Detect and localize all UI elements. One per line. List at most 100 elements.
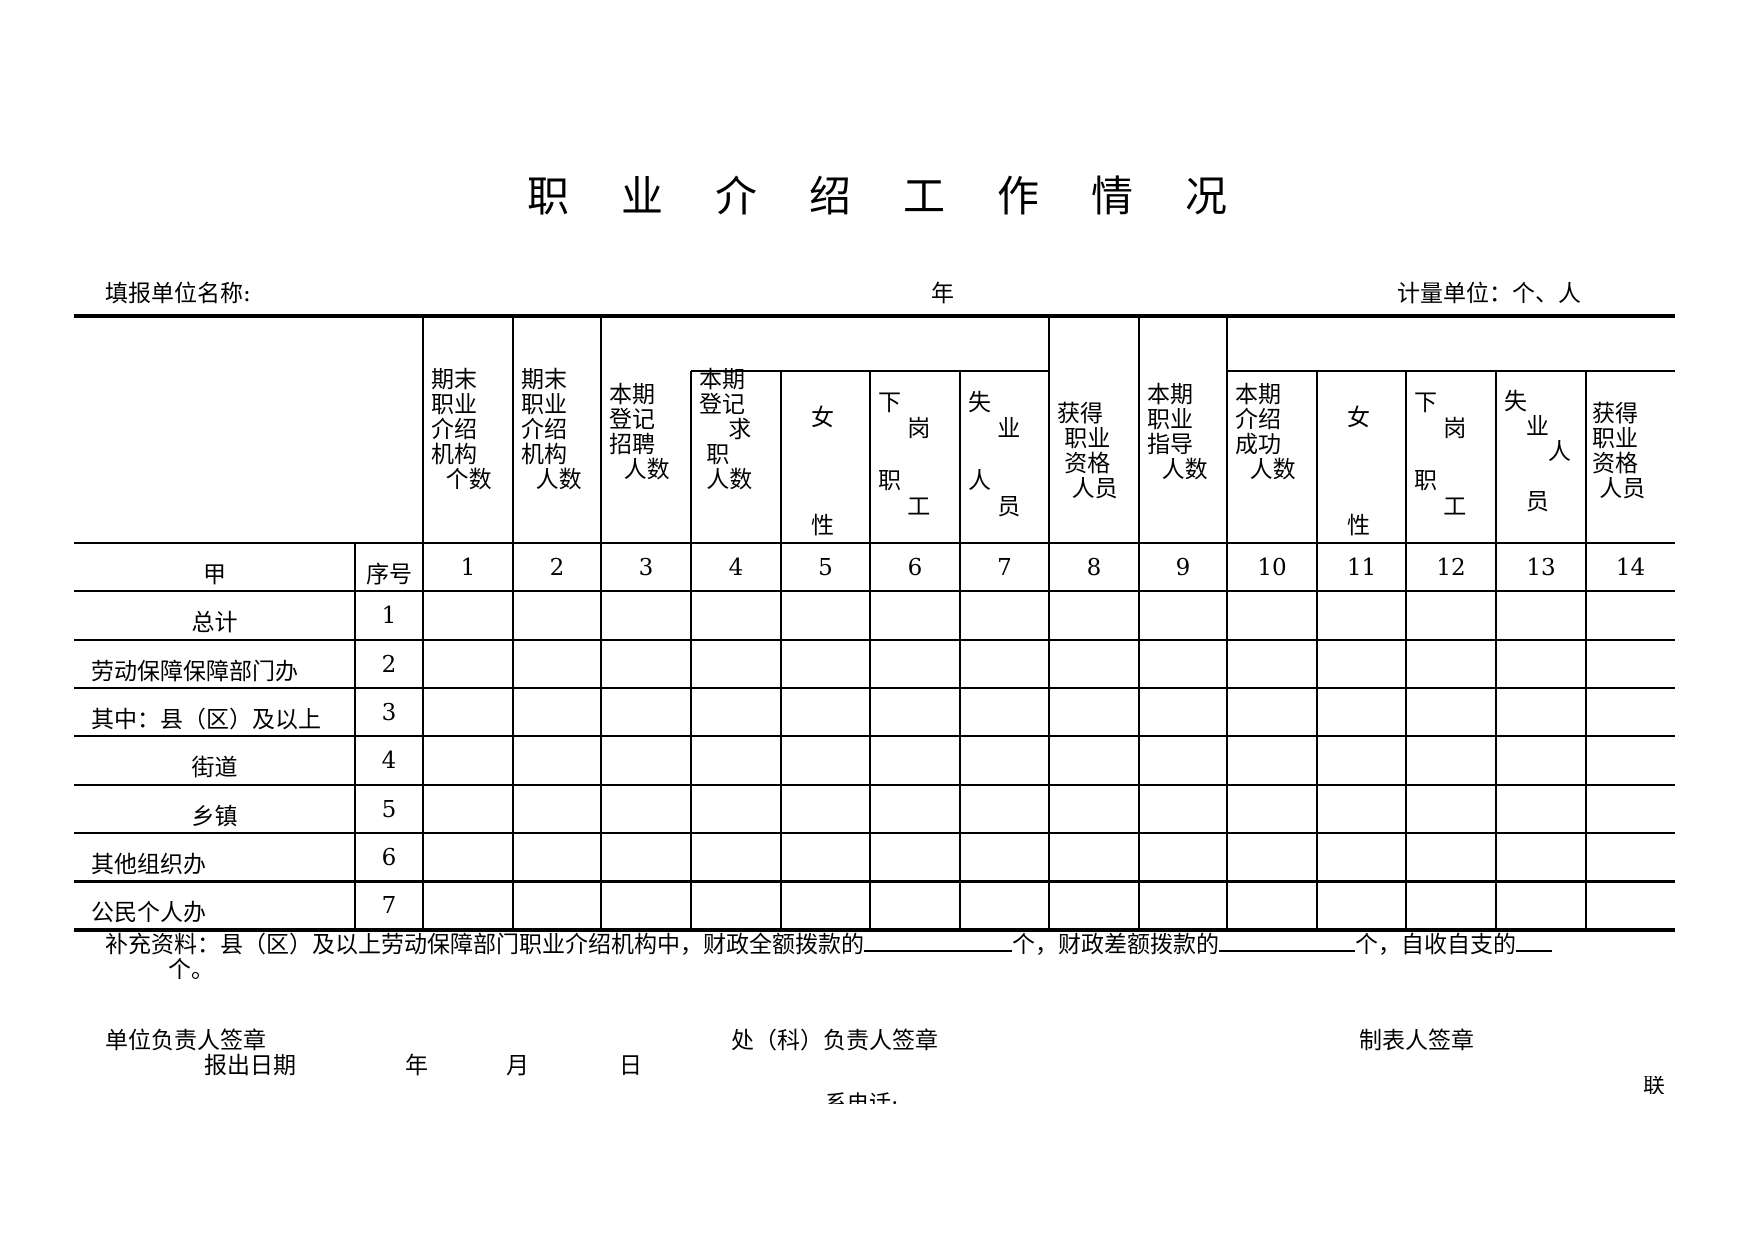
data-cell[interactable] <box>1229 738 1315 783</box>
data-cell[interactable] <box>1051 835 1137 879</box>
data-cell[interactable] <box>1051 787 1137 831</box>
data-cell[interactable] <box>783 883 868 928</box>
data-cell[interactable] <box>515 835 599 879</box>
data-cell[interactable] <box>515 738 599 783</box>
data-cell[interactable] <box>962 835 1047 879</box>
data-cell[interactable] <box>1408 593 1494 638</box>
data-cell[interactable] <box>1141 642 1225 686</box>
data-cell[interactable] <box>603 787 689 831</box>
data-cell[interactable] <box>1588 593 1673 638</box>
data-cell[interactable] <box>603 738 689 783</box>
data-cell[interactable] <box>1408 738 1494 783</box>
data-cell[interactable] <box>1229 787 1315 831</box>
data-cell[interactable] <box>872 642 958 686</box>
data-cell[interactable] <box>515 883 599 928</box>
data-cell[interactable] <box>1498 690 1584 734</box>
data-cell[interactable] <box>1319 835 1404 879</box>
data-cell[interactable] <box>962 642 1047 686</box>
data-cell[interactable] <box>962 593 1047 638</box>
data-cell[interactable] <box>1051 883 1137 928</box>
data-cell[interactable] <box>693 883 779 928</box>
data-cell[interactable] <box>1229 593 1315 638</box>
data-cell[interactable] <box>1498 787 1584 831</box>
data-cell[interactable] <box>693 835 779 879</box>
data-cell[interactable] <box>1229 690 1315 734</box>
data-cell[interactable] <box>1588 690 1673 734</box>
data-cell[interactable] <box>1141 883 1225 928</box>
data-cell[interactable] <box>1229 883 1315 928</box>
full-funding-count-field[interactable] <box>864 930 1012 952</box>
data-cell[interactable] <box>872 835 958 879</box>
data-cell[interactable] <box>603 690 689 734</box>
data-cell[interactable] <box>1141 690 1225 734</box>
data-cell[interactable] <box>425 883 511 928</box>
data-cell[interactable] <box>872 593 958 638</box>
data-cell[interactable] <box>1408 787 1494 831</box>
data-cell[interactable] <box>693 787 779 831</box>
data-cell[interactable] <box>693 738 779 783</box>
data-cell[interactable] <box>1051 642 1137 686</box>
data-cell[interactable] <box>1229 642 1315 686</box>
data-cell[interactable] <box>603 883 689 928</box>
data-cell[interactable] <box>515 690 599 734</box>
data-cell[interactable] <box>1319 883 1404 928</box>
data-cell[interactable] <box>1588 787 1673 831</box>
data-cell[interactable] <box>1588 642 1673 686</box>
data-cell[interactable] <box>1408 883 1494 928</box>
partial-funding-count-field[interactable] <box>1219 930 1355 952</box>
data-cell[interactable] <box>1141 835 1225 879</box>
data-cell[interactable] <box>1051 738 1137 783</box>
data-cell[interactable] <box>1588 738 1673 783</box>
data-cell[interactable] <box>425 593 511 638</box>
data-cell[interactable] <box>1319 593 1404 638</box>
data-cell[interactable] <box>1408 690 1494 734</box>
data-cell[interactable] <box>783 787 868 831</box>
self-funded-count-field[interactable] <box>1516 930 1552 952</box>
data-cell[interactable] <box>783 642 868 686</box>
data-cell[interactable] <box>783 593 868 638</box>
data-cell[interactable] <box>1141 787 1225 831</box>
data-cell[interactable] <box>1408 835 1494 879</box>
data-cell[interactable] <box>962 787 1047 831</box>
data-cell[interactable] <box>1141 593 1225 638</box>
data-cell[interactable] <box>1498 883 1584 928</box>
data-cell[interactable] <box>1051 593 1137 638</box>
data-cell[interactable] <box>603 593 689 638</box>
data-cell[interactable] <box>962 690 1047 734</box>
data-cell[interactable] <box>425 690 511 734</box>
data-cell[interactable] <box>872 738 958 783</box>
data-cell[interactable] <box>1588 835 1673 879</box>
data-cell[interactable] <box>425 787 511 831</box>
data-cell[interactable] <box>872 787 958 831</box>
data-cell[interactable] <box>515 593 599 638</box>
data-cell[interactable] <box>425 738 511 783</box>
data-cell[interactable] <box>962 883 1047 928</box>
data-cell[interactable] <box>1498 593 1584 638</box>
data-cell[interactable] <box>603 642 689 686</box>
data-cell[interactable] <box>1408 642 1494 686</box>
data-cell[interactable] <box>425 642 511 686</box>
data-cell[interactable] <box>872 690 958 734</box>
data-cell[interactable] <box>1319 738 1404 783</box>
data-cell[interactable] <box>515 642 599 686</box>
data-cell[interactable] <box>1588 883 1673 928</box>
data-cell[interactable] <box>1141 738 1225 783</box>
data-cell[interactable] <box>962 738 1047 783</box>
data-cell[interactable] <box>693 593 779 638</box>
data-cell[interactable] <box>783 738 868 783</box>
data-cell[interactable] <box>1319 642 1404 686</box>
data-cell[interactable] <box>693 642 779 686</box>
data-cell[interactable] <box>425 835 511 879</box>
data-cell[interactable] <box>1319 787 1404 831</box>
data-cell[interactable] <box>783 835 868 879</box>
data-cell[interactable] <box>1051 690 1137 734</box>
data-cell[interactable] <box>603 835 689 879</box>
data-cell[interactable] <box>872 883 958 928</box>
data-cell[interactable] <box>1229 835 1315 879</box>
data-cell[interactable] <box>1498 738 1584 783</box>
data-cell[interactable] <box>1319 690 1404 734</box>
data-cell[interactable] <box>1498 642 1584 686</box>
data-cell[interactable] <box>1498 835 1584 879</box>
data-cell[interactable] <box>693 690 779 734</box>
data-cell[interactable] <box>783 690 868 734</box>
